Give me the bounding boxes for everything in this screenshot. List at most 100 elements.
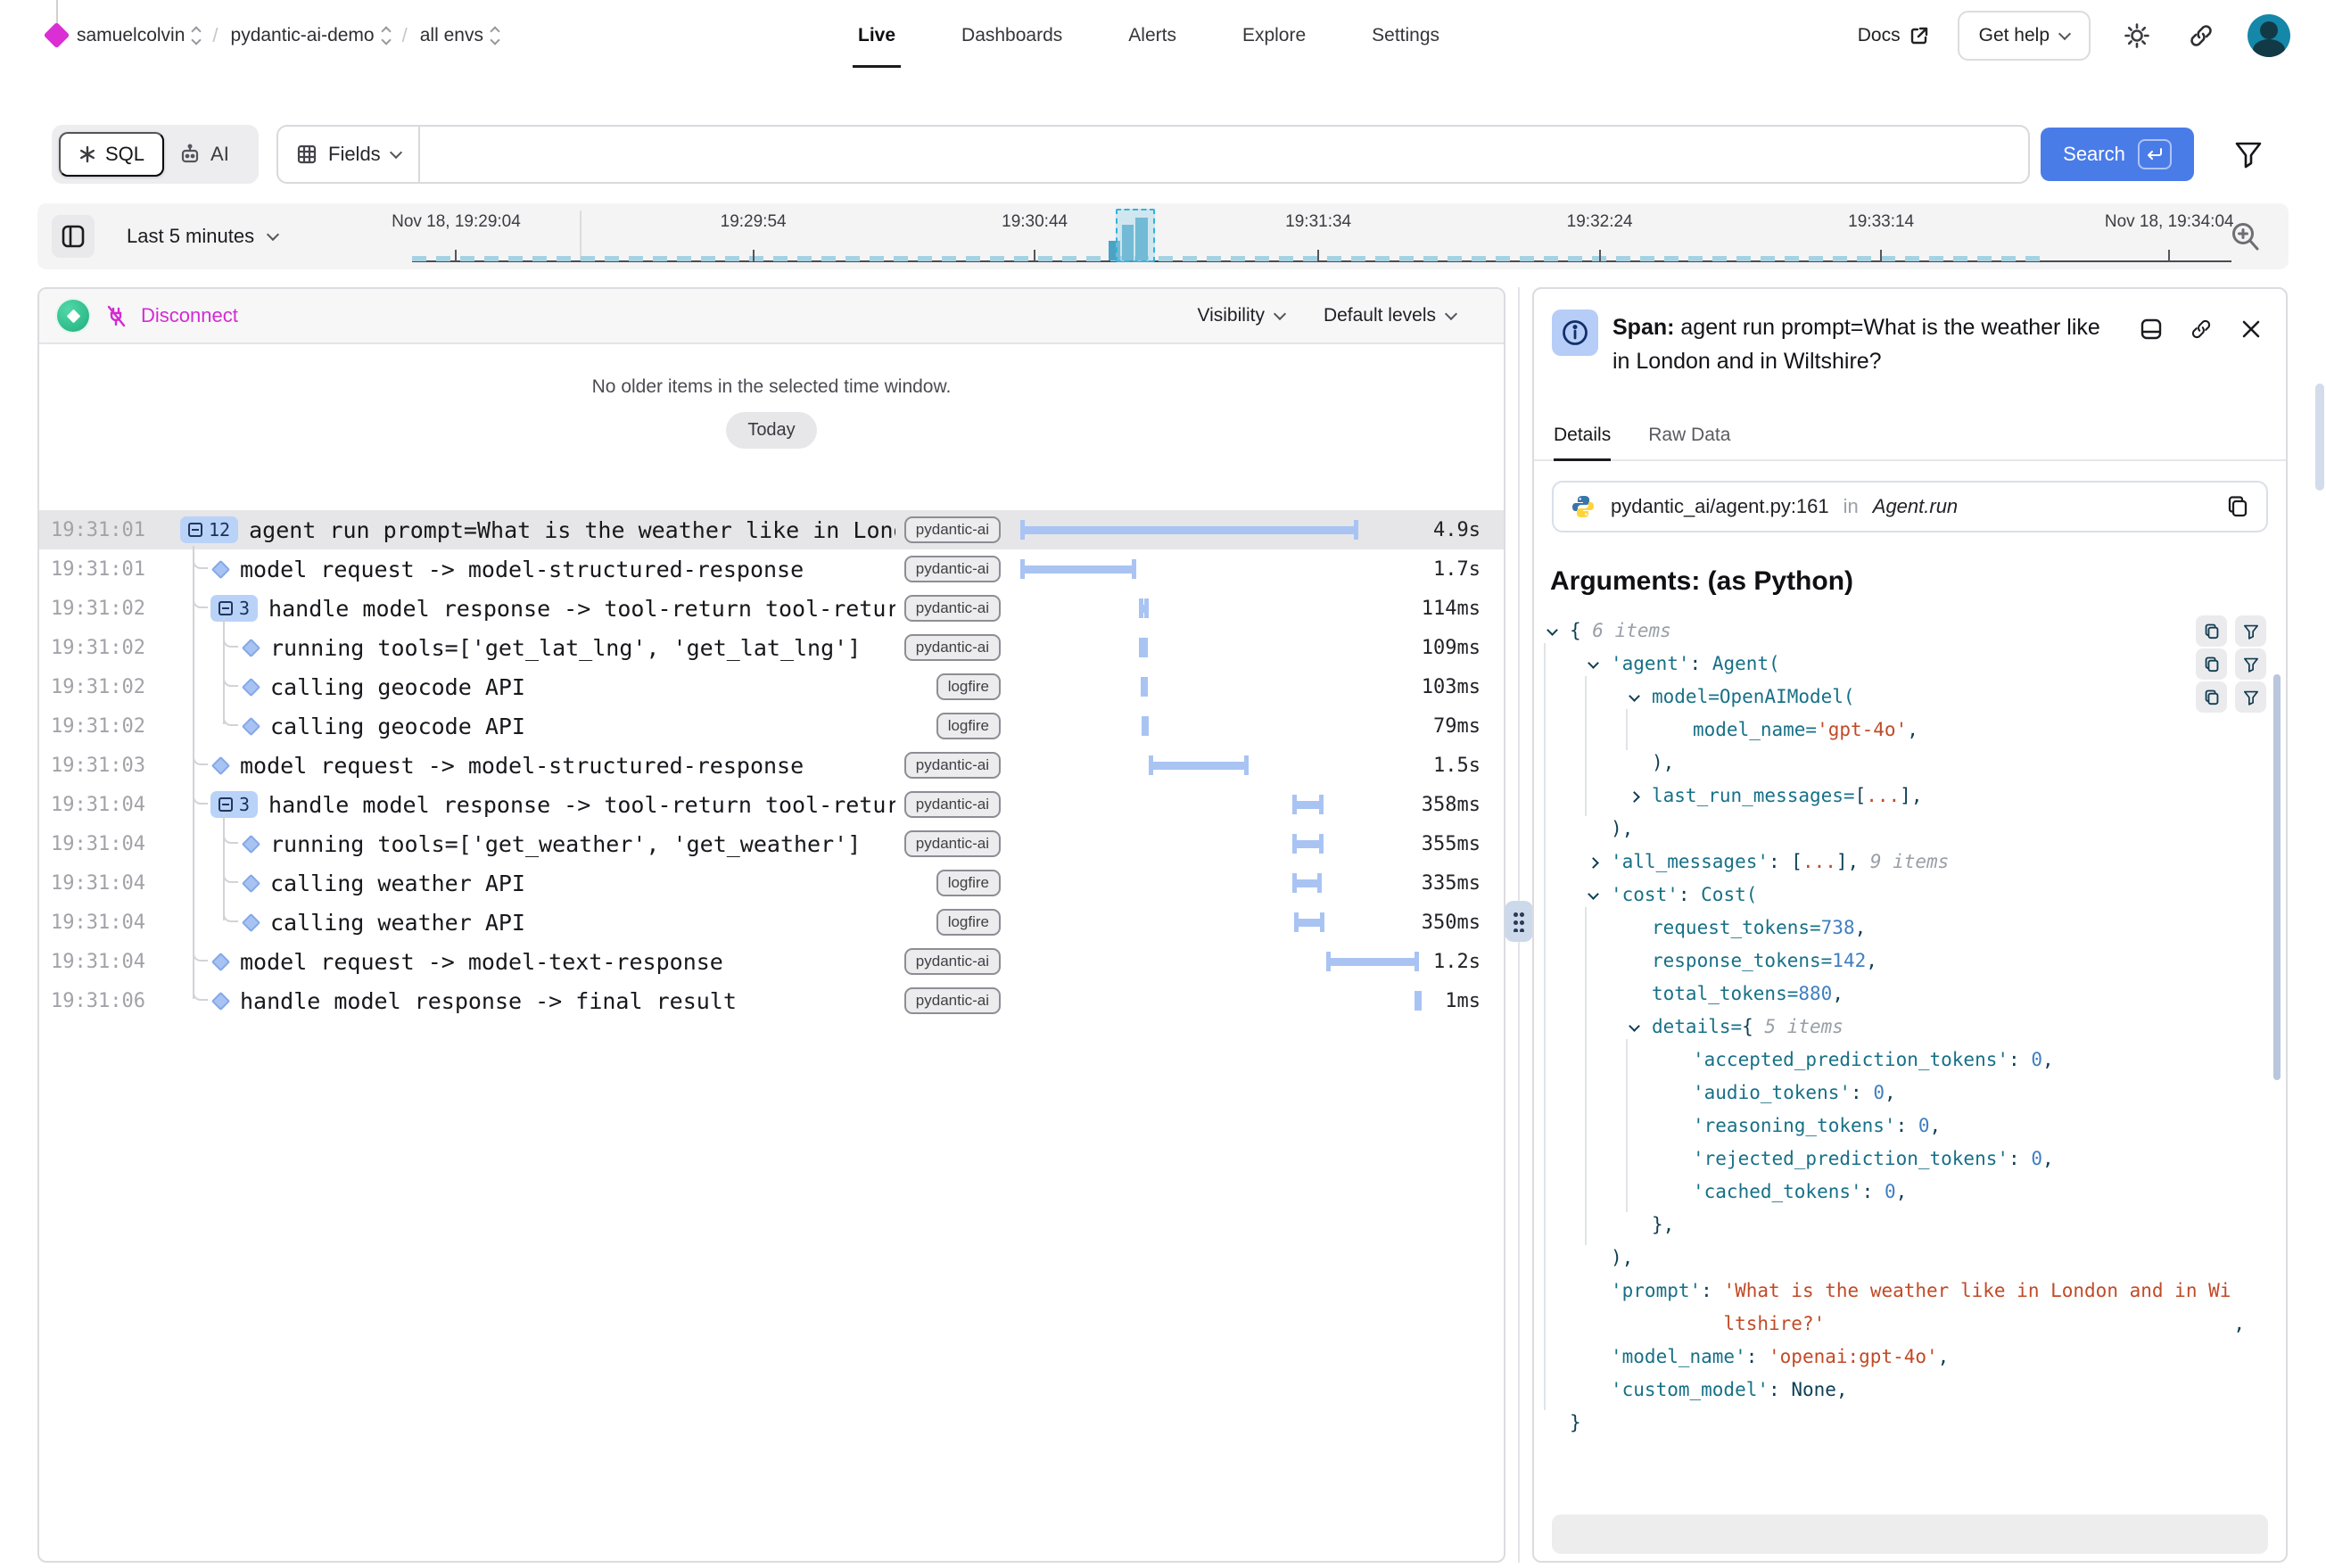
collapse-badge[interactable]: 3 — [210, 595, 258, 622]
time-range-selector[interactable]: Last 5 minutes — [127, 203, 277, 269]
span-duration: 1ms — [1421, 990, 1481, 1012]
collapse-chevron-icon[interactable] — [1589, 890, 1597, 898]
collapse-chevron-icon[interactable] — [1630, 1022, 1638, 1030]
copy-value-button[interactable] — [2196, 681, 2227, 713]
get-help-button[interactable]: Get help — [1958, 11, 2091, 61]
sidebar-toggle-button[interactable] — [52, 215, 95, 258]
search-input[interactable] — [420, 125, 2030, 184]
share-link-button[interactable] — [2183, 18, 2219, 54]
duration-bar — [1292, 873, 1321, 893]
filter-button[interactable] — [2231, 137, 2265, 171]
trace-row[interactable]: 19:31:04calling weather APIlogfire335ms — [39, 863, 1504, 903]
visibility-dropdown[interactable]: Visibility — [1197, 305, 1283, 326]
code-token: , — [1930, 1110, 1942, 1143]
span-title-text: agent run prompt=What is the weather lik… — [1613, 315, 2100, 374]
code-line: total_tokens=880, — [1545, 978, 2286, 1011]
trace-row[interactable]: 19:31:03model request -> model-structure… — [39, 746, 1504, 785]
menu-item-dashboards[interactable]: Dashboards — [961, 0, 1062, 71]
duration-bar — [1020, 520, 1358, 540]
filter-by-value-button[interactable] — [2235, 648, 2266, 680]
breadcrumb-item-pydantic-ai-demo[interactable]: pydantic-ai-demo — [231, 25, 390, 46]
copy-icon[interactable] — [2225, 494, 2250, 519]
theme-toggle-button[interactable] — [2119, 18, 2155, 54]
code-token: model_name= — [1693, 714, 1817, 747]
span-duration: 4.9s — [1421, 519, 1481, 541]
sql-mode-button[interactable]: SQL — [59, 132, 164, 177]
timeline-zoom-button[interactable] — [2228, 219, 2264, 255]
span-label: model request -> model-structured-respon… — [240, 753, 895, 779]
user-avatar[interactable] — [2248, 14, 2290, 57]
code-token: , — [1938, 1341, 1950, 1374]
menu-item-live[interactable]: Live — [858, 0, 895, 71]
docs-link[interactable]: Docs — [1858, 25, 1929, 46]
timeline-tick-mark — [753, 250, 755, 261]
splitter-drag-handle[interactable] — [1505, 901, 1533, 942]
ai-mode-button[interactable]: AI — [164, 143, 243, 166]
collapse-chevron-icon[interactable] — [1589, 659, 1597, 667]
search-button[interactable]: Search — [2041, 128, 2194, 181]
logfire-logo[interactable] — [37, 0, 77, 71]
scope-badge-pydantic-ai: pydantic-ai — [904, 516, 1001, 543]
scope-badge-logfire: logfire — [936, 870, 1001, 896]
trace-row[interactable]: 19:31:043handle model response -> tool-r… — [39, 785, 1504, 824]
code-line: 'agent': Agent( — [1545, 648, 2286, 681]
dock-panel-button[interactable] — [2138, 316, 2165, 342]
detail-scrollbar-thumb[interactable] — [2273, 674, 2281, 1080]
info-icon — [1552, 309, 1598, 356]
disconnect-button[interactable]: Disconnect — [105, 303, 238, 328]
collapse-badge[interactable]: 3 — [210, 791, 258, 818]
collapse-chevron-icon[interactable] — [1548, 626, 1556, 634]
expand-chevron-icon[interactable] — [1589, 857, 1597, 867]
trace-row[interactable]: 19:31:04running tools=['get_weather', 'g… — [39, 824, 1504, 863]
breadcrumb-item-samuelcolvin[interactable]: samuelcolvin — [77, 25, 200, 46]
copy-value-button[interactable] — [2196, 615, 2227, 647]
menu-item-alerts[interactable]: Alerts — [1128, 0, 1176, 71]
today-badge[interactable]: Today — [726, 412, 816, 449]
menu-item-settings[interactable]: Settings — [1372, 0, 1439, 71]
duration-bar — [1142, 716, 1149, 736]
menu-item-explore[interactable]: Explore — [1242, 0, 1306, 71]
row-timestamp: 19:31:04 — [51, 912, 180, 934]
page-scrollbar-thumb[interactable] — [2315, 384, 2324, 491]
breadcrumb-item-all envs[interactable]: all envs — [420, 25, 499, 46]
default-levels-dropdown[interactable]: Default levels — [1324, 305, 1456, 326]
trace-row[interactable]: 19:31:04calling weather APIlogfire350ms — [39, 903, 1504, 942]
timeline-tick-label: 19:33:14 — [1848, 212, 1914, 232]
close-panel-button[interactable] — [2238, 316, 2264, 342]
trace-panel-header: Disconnect Visibility Default levels — [39, 289, 1504, 344]
duration-bar — [1139, 598, 1149, 618]
source-location-card[interactable]: pydantic_ai/agent.py:161 in Agent.run — [1552, 481, 2268, 532]
span-duration: 358ms — [1421, 794, 1481, 816]
scope-badge-pydantic-ai: pydantic-ai — [904, 830, 1001, 857]
tab-details[interactable]: Details — [1554, 425, 1611, 459]
trace-row[interactable]: 19:31:02calling geocode APIlogfire79ms — [39, 706, 1504, 746]
trace-row[interactable]: 19:31:02running tools=['get_lat_lng', 'g… — [39, 628, 1504, 667]
trace-row[interactable]: 19:31:02calling geocode APIlogfire103ms — [39, 667, 1504, 706]
trace-row[interactable]: 19:31:01model request -> model-structure… — [39, 549, 1504, 589]
code-token: 'model_name' — [1611, 1341, 1746, 1374]
collapse-badge[interactable]: 12 — [180, 516, 238, 543]
tab-raw-data[interactable]: Raw Data — [1648, 425, 1730, 459]
filter-by-value-button[interactable] — [2235, 681, 2266, 713]
child-count: 12 — [209, 519, 230, 541]
code-token: , — [1907, 714, 1918, 747]
expand-chevron-icon[interactable] — [1630, 791, 1638, 801]
trace-row[interactable]: 19:31:04model request -> model-text-resp… — [39, 942, 1504, 981]
duration-bar-track — [1020, 912, 1421, 933]
disconnect-label: Disconnect — [141, 304, 238, 327]
ai-label: AI — [210, 143, 229, 166]
trace-row[interactable]: 19:31:06handle model response -> final r… — [39, 981, 1504, 1020]
collapse-chevron-icon[interactable] — [1630, 692, 1638, 700]
fields-button[interactable]: Fields — [276, 125, 420, 184]
trace-row[interactable]: 19:31:023handle model response -> tool-r… — [39, 589, 1504, 628]
breadcrumb-separator: / — [402, 24, 408, 47]
row-tree: 12agent run prompt=What is the weather l… — [180, 510, 1001, 549]
copy-link-button[interactable] — [2188, 316, 2215, 342]
filter-by-value-button[interactable] — [2235, 615, 2266, 647]
timeline-tick-mark — [455, 250, 457, 261]
copy-value-button[interactable] — [2196, 648, 2227, 680]
trace-row[interactable]: 19:31:0112agent run prompt=What is the w… — [39, 510, 1504, 549]
timeline-selection[interactable] — [1116, 209, 1155, 262]
tree-connector — [223, 667, 238, 687]
code-token: OpenAIModel( — [1720, 681, 1855, 714]
